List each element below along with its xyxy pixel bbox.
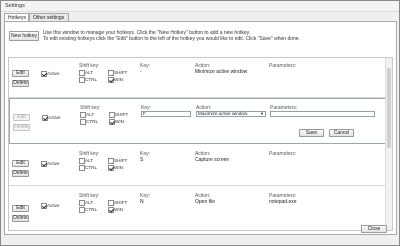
save-button[interactable]: Save <box>299 129 324 137</box>
close-button[interactable]: Close <box>361 225 387 233</box>
info-line-2: To edit existing hotkeys click the "Edit… <box>43 36 300 42</box>
edit-button[interactable]: Edit <box>12 160 29 167</box>
delete-button[interactable]: Delete <box>12 170 29 177</box>
edit-button[interactable]: Edit <box>12 70 29 77</box>
vertical-scrollbar[interactable] <box>385 58 392 230</box>
win-label: WIN <box>114 165 123 170</box>
shift-key-label: Shift key: <box>79 193 100 199</box>
action-select[interactable]: Maximize active window ▼ <box>196 111 266 117</box>
title-bar: Settings <box>1 1 399 12</box>
shift-key-label: Shift key: <box>79 151 100 157</box>
shift-label: SHIFT <box>114 200 128 205</box>
hotkey-list[interactable]: Edit Delete Active Shift key: ALT CTRL S… <box>8 57 393 231</box>
win-label: WIN <box>114 77 123 82</box>
key-value: N <box>140 199 144 205</box>
key-value: S <box>140 157 144 163</box>
active-label: Active <box>47 71 60 76</box>
parameters-input[interactable] <box>270 111 375 117</box>
edit-button[interactable]: Edit <box>12 205 29 212</box>
hotkey-row: Edit Delete Active Shift key: ALT CTRL S… <box>9 187 392 230</box>
alt-label: ALT <box>85 158 94 163</box>
active-label: Active <box>47 203 60 208</box>
scrollbar-thumb[interactable] <box>387 68 391 148</box>
hotkey-row: Edit Delete Active Shift key: ALT CTRL S… <box>9 58 392 98</box>
window-title: Settings <box>5 3 25 9</box>
alt-label: ALT <box>85 200 94 205</box>
delete-button[interactable]: Delete <box>12 215 29 222</box>
active-label: Active <box>47 161 60 166</box>
ctrl-label: CTRL <box>86 119 98 124</box>
settings-window: Settings Hotkeys Other settings New hotk… <box>0 0 400 246</box>
action-select-value: Maximize active window <box>198 111 248 116</box>
tab-other-settings[interactable]: Other settings <box>29 13 69 21</box>
ctrl-label: CTRL <box>85 207 97 212</box>
action-value: Capture screen <box>195 157 230 163</box>
parameters-label: Parameters: <box>269 151 297 157</box>
action-value: Minimize active window <box>195 69 248 75</box>
action-value: Open file <box>195 199 216 205</box>
active-label: Active <box>48 115 61 120</box>
shift-label: SHIFT <box>114 158 128 163</box>
hotkeys-panel: New hotkey Use this window to manage you… <box>4 21 397 235</box>
shift-label: SHIFT <box>115 112 129 117</box>
hotkey-row: Edit Delete Active Shift key: ALT CTRL S… <box>9 146 392 186</box>
new-hotkey-button[interactable]: New hotkey <box>9 31 39 41</box>
ctrl-label: CTRL <box>85 165 97 170</box>
alt-label: ALT <box>86 112 95 117</box>
cancel-button[interactable]: Cancel <box>329 129 354 137</box>
win-label: WIN <box>115 119 124 124</box>
parameters-value: notepad.exe <box>269 199 297 205</box>
parameters-label: Parameters: <box>269 63 297 69</box>
shift-label: SHIFT <box>114 70 128 75</box>
key-value: - <box>140 69 142 75</box>
win-label: WIN <box>114 207 123 212</box>
ctrl-label: CTRL <box>85 77 97 82</box>
edit-button[interactable]: Edit <box>13 114 30 121</box>
key-input[interactable]: F <box>141 111 191 117</box>
delete-button[interactable]: Delete <box>13 124 30 131</box>
hotkey-row-editing: Edit Delete Active Shift key: ALT CTRL S… <box>9 98 392 144</box>
alt-label: ALT <box>85 70 94 75</box>
shift-key-label: Shift key: <box>80 105 101 111</box>
delete-button[interactable]: Delete <box>12 80 29 87</box>
shift-key-label: Shift key: <box>79 63 100 69</box>
chevron-down-icon: ▼ <box>260 111 264 116</box>
